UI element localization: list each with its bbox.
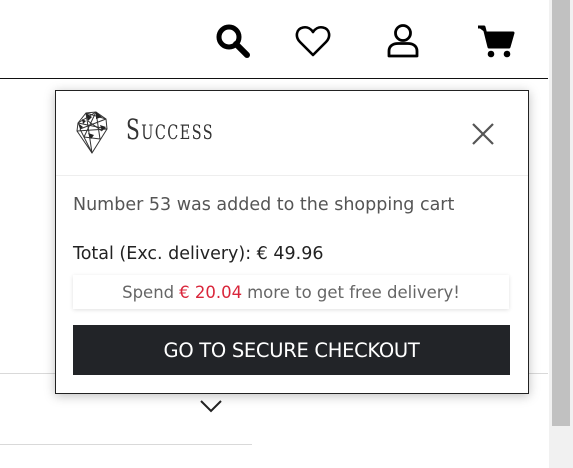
promo-amount: € 20.04	[179, 282, 243, 302]
scrollbar[interactable]	[549, 0, 573, 468]
heart-icon[interactable]	[293, 22, 333, 60]
divider	[0, 444, 252, 445]
popup-title: Success	[126, 113, 215, 146]
scrollbar-thumb[interactable]	[552, 0, 570, 426]
popup-header: Success	[56, 91, 528, 176]
search-icon[interactable]	[213, 22, 253, 60]
free-delivery-notice: Spend € 20.04 more to get free delivery!	[73, 275, 509, 309]
promo-prefix: Spend	[122, 282, 175, 302]
diamond-logo-icon	[74, 109, 110, 161]
site-header	[0, 0, 548, 79]
cart-icon[interactable]	[476, 22, 516, 60]
added-message: Number 53 was added to the shopping cart	[73, 195, 455, 215]
cart-total: Total (Exc. delivery): € 49.96	[73, 244, 324, 264]
user-icon[interactable]	[383, 22, 423, 60]
chevron-down-icon[interactable]	[198, 398, 224, 418]
add-to-cart-popup: Success Number 53 was added to the shopp…	[55, 90, 529, 394]
secure-checkout-button[interactable]: GO TO SECURE CHECKOUT	[73, 325, 510, 375]
close-icon[interactable]	[468, 119, 498, 149]
promo-suffix: more to get free delivery!	[247, 282, 460, 302]
